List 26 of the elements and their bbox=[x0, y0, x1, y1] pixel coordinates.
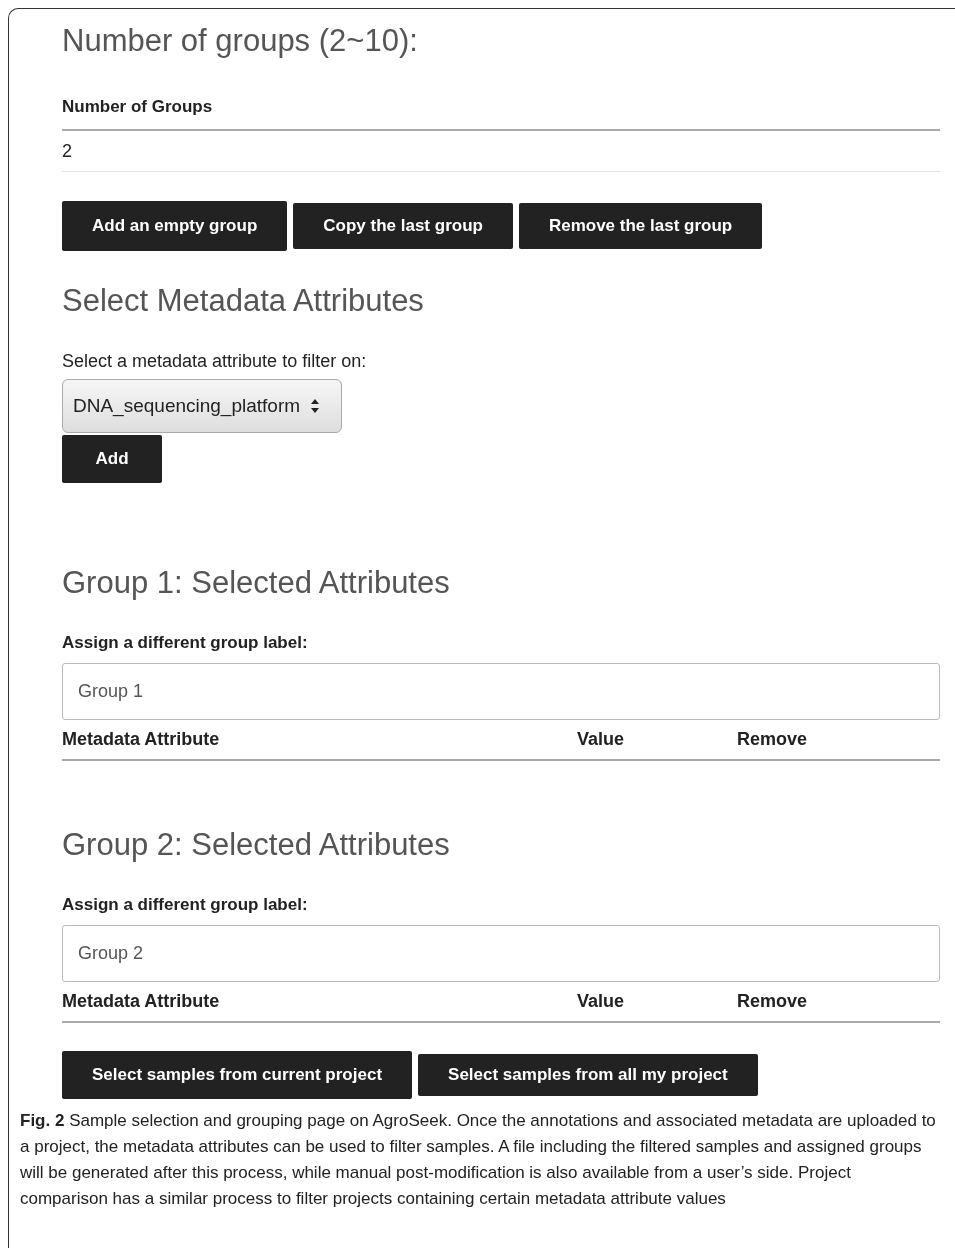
field-label: Number of Groups bbox=[62, 97, 214, 117]
column-header: Value bbox=[577, 729, 626, 750]
number-field[interactable]: 2 bbox=[62, 129, 940, 172]
group-label-field[interactable]: Group 1 bbox=[62, 663, 940, 720]
column-header: Remove bbox=[737, 729, 809, 750]
group-action-button[interactable]: Add an empty group bbox=[62, 201, 288, 251]
group-label-field[interactable]: Group 2 bbox=[62, 925, 940, 982]
select-samples-button[interactable]: Select samples from all my project bbox=[418, 1054, 758, 1096]
field-label: Select a metadata attribute to filter on: bbox=[62, 351, 368, 372]
section-heading: Number of groups (2~10): bbox=[62, 22, 419, 60]
section-heading: Select Metadata Attributes bbox=[62, 282, 425, 320]
section-heading: Group 2: Selected Attributes bbox=[62, 827, 451, 863]
field-label: Assign a different group label: bbox=[62, 895, 309, 915]
column-header: Remove bbox=[737, 991, 809, 1012]
add-button[interactable]: Add bbox=[62, 435, 162, 483]
select-samples-button[interactable]: Select samples from current project bbox=[62, 1051, 413, 1099]
group-action-button[interactable]: Copy the last group bbox=[293, 203, 513, 249]
column-header: Metadata Attribute bbox=[62, 991, 221, 1012]
attribute-select[interactable]: DNA_sequencing_platform bbox=[62, 379, 342, 433]
group-action-button[interactable]: Remove the last group bbox=[518, 203, 763, 249]
column-header: Value bbox=[577, 991, 626, 1012]
figure-caption: Fig. 2 Sample selection and grouping page on AgroSeek. Once the annotations and associated metadata are uploaded to a project, the metadata attributes can be used to filter samples. A file including the filtered samples and assigned groups will be generated after this process, while manual post-modification is also available from a user’s side. Project comparison has a similar process to filter projects containing certain metadata attribute values bbox=[20, 1110, 937, 1210]
column-header: Metadata Attribute bbox=[62, 729, 221, 750]
section-heading: Group 1: Selected Attributes bbox=[62, 565, 451, 601]
sort-arrows-icon bbox=[310, 398, 321, 414]
field-label: Assign a different group label: bbox=[62, 633, 309, 653]
